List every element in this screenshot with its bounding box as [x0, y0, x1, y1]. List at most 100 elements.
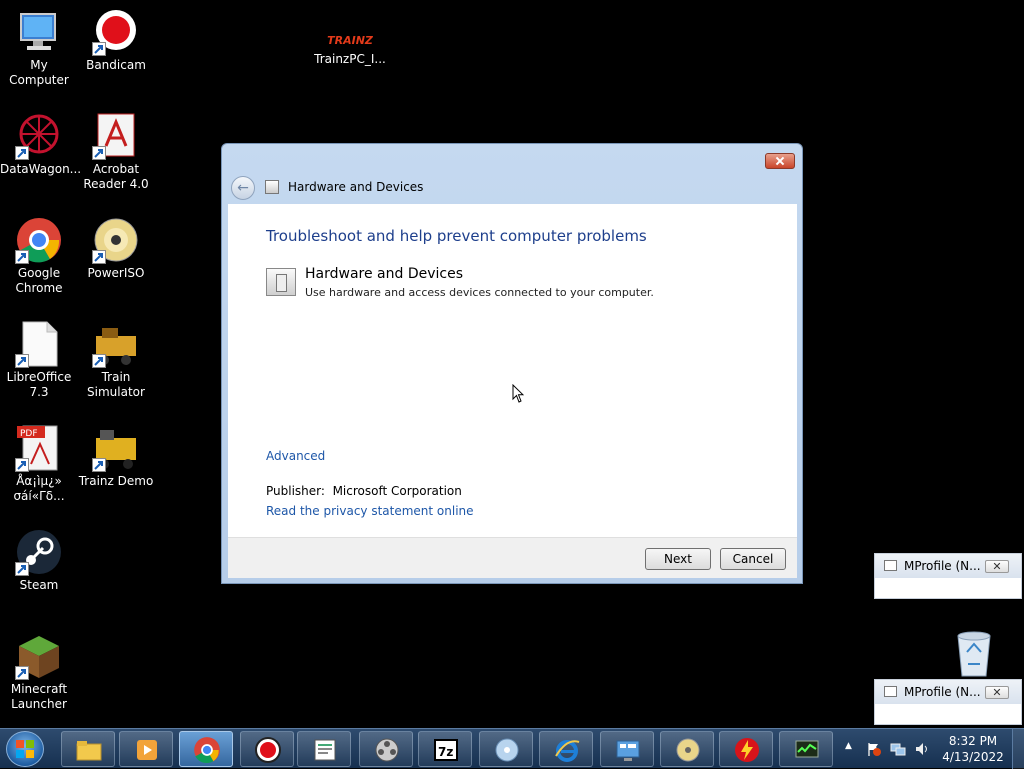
mprofile-notification[interactable]: MProfile (N... ✕: [874, 679, 1022, 725]
show-desktop-button[interactable]: [1012, 729, 1024, 769]
desktop-icon-label: Acrobat Reader 4.0: [83, 162, 149, 191]
film-reel-icon: [375, 738, 399, 762]
taskbar-explorer[interactable]: [61, 731, 115, 767]
cancel-button[interactable]: Cancel: [720, 548, 786, 570]
notification-header: MProfile (N... ✕: [875, 680, 1021, 704]
shortcut-arrow-icon: [92, 42, 106, 56]
document-icon: [314, 739, 336, 761]
minecraft-icon: [15, 632, 63, 680]
windows-logo-icon: [16, 740, 34, 758]
taskbar-dvd[interactable]: [660, 731, 714, 767]
next-button[interactable]: Next: [645, 548, 711, 570]
svg-text:7z: 7z: [438, 745, 453, 759]
desktop-icon-label: Train Simulator: [87, 370, 145, 399]
hardware-icon: [265, 180, 279, 194]
desktop-icon-train-simulator[interactable]: Train Simulator: [77, 320, 155, 400]
taskbar-disc-burner[interactable]: [479, 731, 533, 767]
recycle-bin-icon[interactable]: [952, 630, 996, 678]
folder-icon: [76, 741, 102, 761]
desktop-icon-trainz-pc[interactable]: TRAINZ TrainzPC_I...: [311, 30, 389, 67]
7zip-icon: 7z: [434, 739, 458, 761]
desktop-icon-label: LibreOffice 7.3: [6, 370, 72, 399]
desktop-icon-label: Bandicam: [86, 58, 146, 72]
shortcut-arrow-icon: [92, 354, 106, 368]
monitor-icon: [795, 740, 819, 758]
shortcut-arrow-icon: [15, 562, 29, 576]
taskbar: 7z ▲ 8:32 PM 4/13/2022: [0, 728, 1024, 769]
computer-icon: [15, 8, 63, 56]
control-panel-icon: [616, 740, 640, 761]
clock[interactable]: 8:32 PM 4/13/2022: [938, 733, 1008, 765]
desktop-icon-steam[interactable]: Steam: [0, 528, 78, 593]
privacy-link[interactable]: Read the privacy statement online: [266, 504, 474, 518]
poweriso-icon: [92, 216, 140, 264]
desktop-icon-label: Minecraft Launcher: [10, 682, 68, 711]
desktop-icon-my-computer[interactable]: My Computer: [0, 8, 78, 88]
dvd-icon: [676, 738, 700, 762]
taskbar-video-editor[interactable]: [359, 731, 413, 767]
volume-icon[interactable]: [914, 741, 930, 757]
desktop-icon-minecraft[interactable]: Minecraft Launcher: [0, 632, 78, 712]
back-arrow-icon[interactable]: ←: [231, 176, 255, 200]
tray-overflow-arrow[interactable]: ▲: [845, 741, 852, 751]
advanced-link[interactable]: Advanced: [266, 449, 325, 463]
datawagon-icon: [15, 112, 63, 160]
taskbar-document[interactable]: [297, 731, 351, 767]
lightning-icon: [735, 738, 759, 762]
desktop-icon-bandicam[interactable]: Bandicam: [77, 8, 155, 73]
desktop-icon-label: Google Chrome: [15, 266, 63, 295]
publisher-value: Microsoft Corporation: [332, 484, 462, 498]
taskbar-bandicam[interactable]: [240, 731, 294, 767]
shortcut-arrow-icon: [15, 666, 29, 680]
taskbar-control-panel[interactable]: [600, 731, 654, 767]
taskbar-media-player[interactable]: [119, 731, 173, 767]
window-icon: [884, 560, 897, 571]
bandicam-icon: [92, 8, 140, 56]
troubleshooter-description: Use hardware and access devices connecte…: [305, 286, 654, 299]
pdf-file-icon: PDF: [15, 424, 63, 472]
train-simulator-icon: [92, 320, 140, 368]
shortcut-arrow-icon: [15, 354, 29, 368]
taskbar-chrome[interactable]: [179, 731, 233, 767]
shortcut-arrow-icon: [92, 250, 106, 264]
notification-title: MProfile (N...: [904, 685, 981, 699]
close-button[interactable]: [765, 153, 795, 169]
start-button[interactable]: [6, 731, 44, 767]
desktop-icon-chrome[interactable]: Google Chrome: [0, 216, 78, 296]
taskbar-flash-app[interactable]: [719, 731, 773, 767]
svg-text:PDF: PDF: [20, 429, 38, 439]
media-player-icon: [137, 740, 157, 760]
shortcut-arrow-icon: [92, 146, 106, 160]
troubleshooter-dialog: ← Hardware and Devices Troubleshoot and …: [221, 143, 803, 584]
dialog-footer: Next Cancel: [228, 537, 797, 578]
trainz-logo: TRAINZ: [327, 34, 373, 47]
disc-icon: [495, 738, 519, 762]
internet-explorer-icon: [555, 740, 580, 762]
desktop-icon-trainz-demo[interactable]: Trainz Demo: [77, 424, 155, 489]
desktop-icon-poweriso[interactable]: PowerISO: [77, 216, 155, 281]
troubleshooter-title: Hardware and Devices: [305, 266, 464, 282]
desktop-icon-acrobat[interactable]: Acrobat Reader 4.0: [77, 112, 155, 192]
acrobat-icon: [92, 112, 140, 160]
desktop-icon-label: Trainz Demo: [78, 474, 154, 488]
shortcut-arrow-icon: [15, 250, 29, 264]
desktop-icon-label: Åα¡ìμ¿» σáí«Γδ...: [13, 474, 65, 503]
chrome-icon: [194, 737, 220, 764]
mprofile-notification[interactable]: MProfile (N... ✕: [874, 553, 1022, 599]
taskbar-internet-explorer[interactable]: [539, 731, 593, 767]
network-icon[interactable]: [890, 741, 906, 757]
close-icon[interactable]: ✕: [985, 686, 1009, 699]
notification-header: MProfile (N... ✕: [875, 554, 1021, 578]
clock-date: 4/13/2022: [942, 750, 1004, 764]
desktop-icon-pdf-file[interactable]: PDF Åα¡ìμ¿» σáí«Γδ...: [0, 424, 78, 504]
taskbar-system-monitor[interactable]: [779, 731, 833, 767]
taskbar-7zip[interactable]: 7z: [418, 731, 472, 767]
action-center-flag-icon[interactable]: [866, 741, 882, 757]
dialog-title: Hardware and Devices: [288, 180, 424, 194]
steam-icon: [15, 528, 63, 576]
desktop-icon-datawagon[interactable]: DataWagon...: [0, 112, 81, 177]
close-icon[interactable]: ✕: [985, 560, 1009, 573]
shortcut-arrow-icon: [92, 458, 106, 472]
publisher-info: Publisher: Microsoft Corporation: [266, 484, 462, 498]
desktop-icon-libreoffice[interactable]: LibreOffice 7.3: [0, 320, 78, 400]
